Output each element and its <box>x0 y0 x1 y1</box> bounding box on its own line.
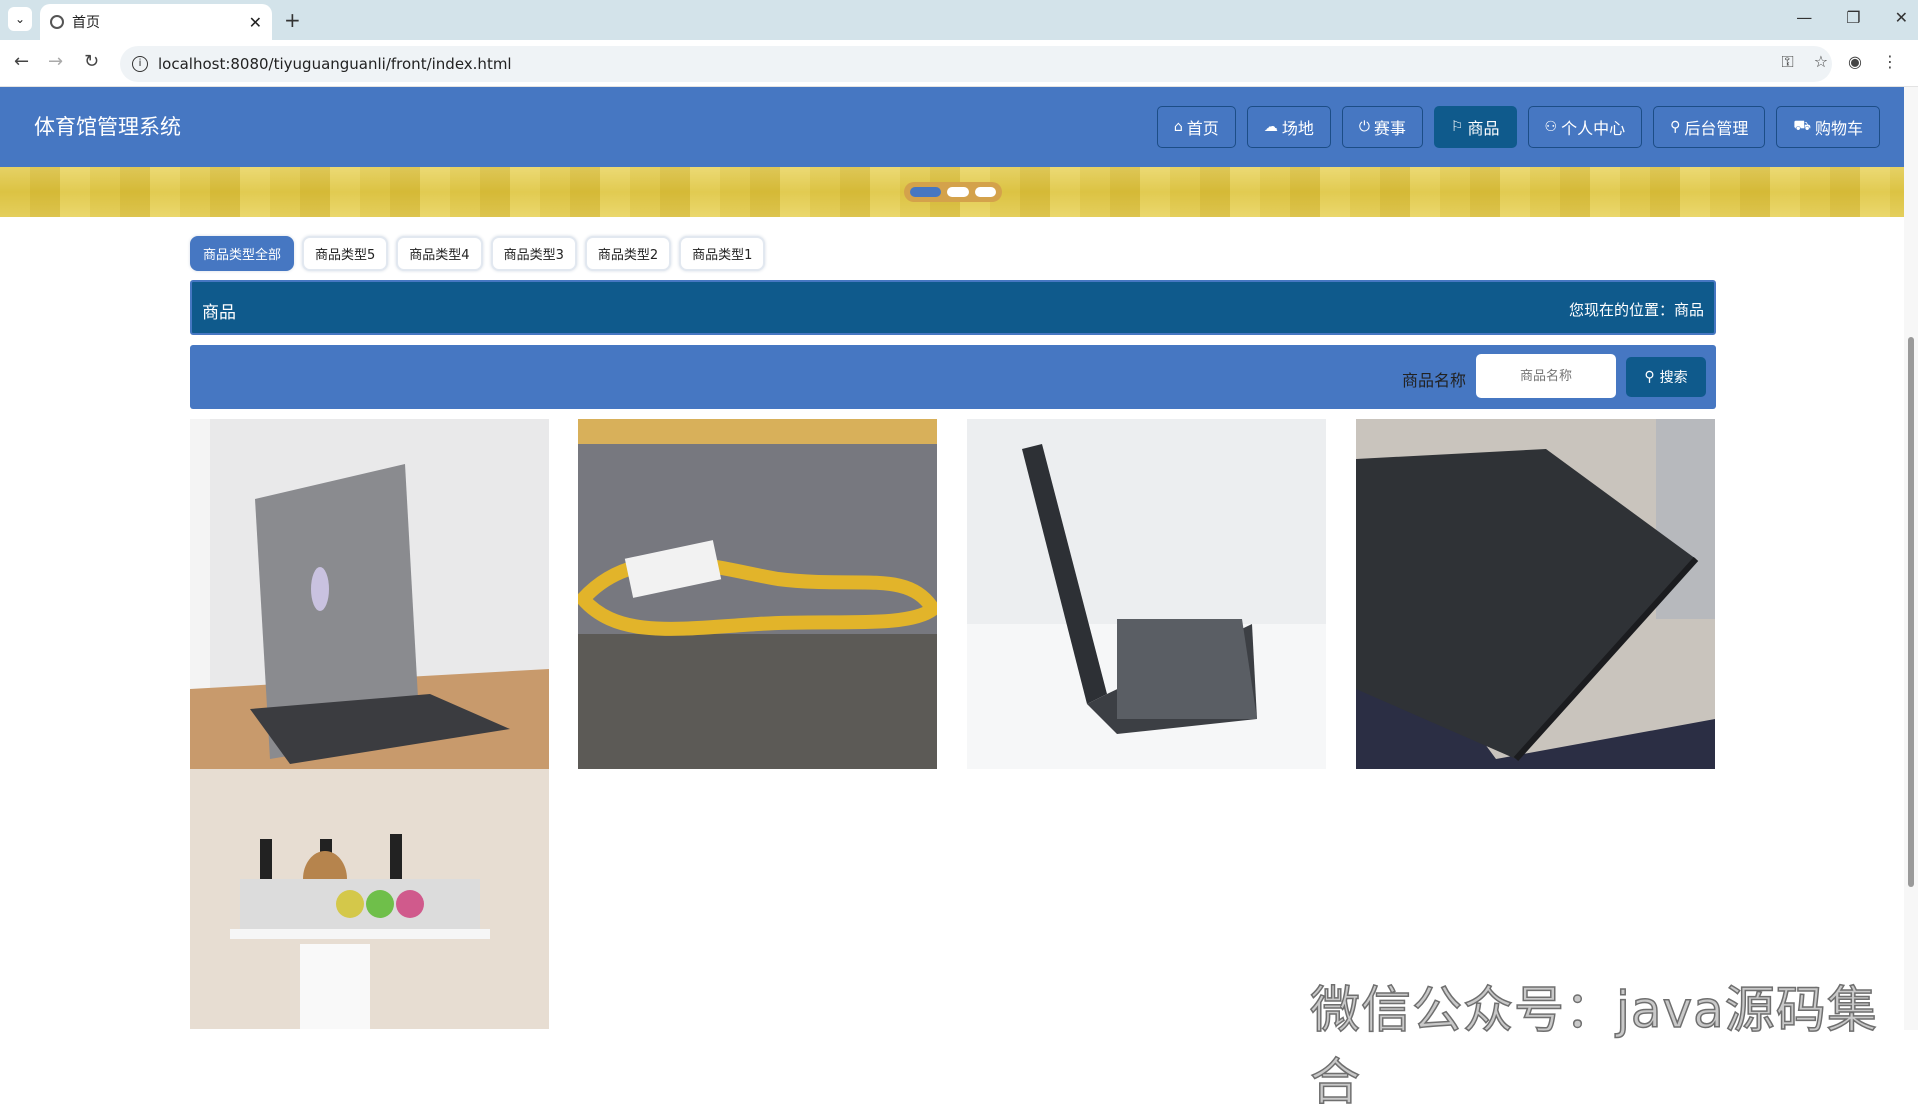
search-button-label: 搜索 <box>1659 370 1688 386</box>
address-bar-row: ← → ↻ i localhost:8080/tiyuguanguanli/fr… <box>0 40 1918 87</box>
globe-icon <box>50 15 64 29</box>
product-card-3[interactable] <box>967 419 1326 769</box>
breadcrumb: 您现在的位置：商品 <box>1568 301 1704 319</box>
nav-label: 后台管理 <box>1684 119 1749 138</box>
search-icon: ⚲ <box>1644 369 1655 385</box>
nav-label: 场地 <box>1281 119 1314 138</box>
url-text: localhost:8080/tiyuguanguanli/front/inde… <box>158 55 512 73</box>
nav-label: 商品 <box>1467 119 1500 138</box>
restore-icon[interactable]: ❐ <box>1846 8 1860 27</box>
product-card-2[interactable] <box>578 419 937 769</box>
nav-label: 赛事 <box>1373 119 1406 138</box>
nav-home[interactable]: ⌂ 首页 <box>1156 106 1236 148</box>
browser-tab-strip: ⌄ 首页 ✕ + — ❐ ✕ <box>0 0 1918 40</box>
category-2[interactable]: 商品类型2 <box>584 236 672 271</box>
new-tab-button[interactable]: + <box>284 8 301 32</box>
nav-venue[interactable]: ☁ 场地 <box>1246 106 1331 148</box>
search-label: 商品名称 <box>1401 371 1466 390</box>
gold-chain-necklace-photo <box>578 419 937 769</box>
product-card-4[interactable] <box>1356 419 1715 769</box>
category-1[interactable]: 商品类型1 <box>679 236 766 271</box>
url-field[interactable]: i localhost:8080/tiyuguanguanli/front/in… <box>120 46 1832 82</box>
tab-title: 首页 <box>72 15 100 31</box>
section-header: 商品 您现在的位置：商品 <box>190 280 1716 335</box>
category-5[interactable]: 商品类型5 <box>302 236 389 271</box>
carousel-dot-3[interactable] <box>974 187 996 197</box>
dark-laptop-lid-photo <box>1356 419 1715 769</box>
carousel-dot-2[interactable] <box>947 187 969 197</box>
carousel-dot-1[interactable] <box>910 187 942 197</box>
flag-icon: ⚐ <box>1450 119 1464 135</box>
category-filter: 商品类型全部 商品类型5 商品类型4 商品类型3 商品类型2 商品类型1 <box>190 236 766 271</box>
product-card-5[interactable] <box>190 769 549 1029</box>
close-tab-icon[interactable]: ✕ <box>249 13 262 32</box>
search-panel: 商品名称 ⚲ 搜索 <box>190 345 1716 409</box>
nav-label: 购物车 <box>1814 119 1863 138</box>
carousel-indicators <box>904 182 1002 202</box>
nav-cart[interactable]: ⛟ 购物车 <box>1776 106 1880 148</box>
watermark-text: 微信公众号：java源码集合 <box>1309 980 1878 1112</box>
nav-admin[interactable]: ⚲ 后台管理 <box>1653 106 1766 148</box>
search-button[interactable]: ⚲ 搜索 <box>1626 357 1706 397</box>
hero-banner <box>0 167 1904 217</box>
search-input[interactable] <box>1476 354 1616 398</box>
browser-tab[interactable]: 首页 ✕ <box>40 4 272 40</box>
site-title: 体育馆管理系统 <box>34 115 181 139</box>
minimize-icon[interactable]: — <box>1796 8 1812 27</box>
forward-icon[interactable]: → <box>48 51 63 72</box>
category-4[interactable]: 商品类型4 <box>396 236 483 271</box>
bookmark-star-icon[interactable]: ☆ <box>1814 52 1828 72</box>
gray-laptop-back-photo <box>190 419 549 769</box>
nav-label: 首页 <box>1186 119 1219 138</box>
user-icon: ⚇ <box>1544 119 1558 135</box>
menu-kebab-icon[interactable]: ⋮ <box>1882 52 1898 72</box>
black-laptop-side-photo <box>967 419 1326 769</box>
page-scrollbar[interactable] <box>1904 87 1918 1030</box>
main-nav: ⌂ 首页 ☁ 场地 ⏻ 赛事 ⚐ 商品 ⚇ 个人中心 ⚲ 后台管理 ⛟ 购物车 <box>1156 106 1880 148</box>
nav-events[interactable]: ⏻ 赛事 <box>1341 106 1423 148</box>
profile-icon[interactable]: ◉ <box>1848 52 1862 72</box>
kitchen-knife-rack-photo <box>190 769 549 1029</box>
site-header: 体育馆管理系统 ⌂ 首页 ☁ 场地 ⏻ 赛事 ⚐ 商品 ⚇ 个人中心 ⚲ 后台管理 ⛟ 购物车 <box>0 87 1904 167</box>
cloud-icon: ☁ <box>1263 119 1278 135</box>
tab-search-button[interactable]: ⌄ <box>8 7 32 31</box>
site-info-icon[interactable]: i <box>132 56 148 72</box>
password-key-icon[interactable]: ⚿ <box>1782 52 1794 72</box>
home-icon: ⌂ <box>1173 119 1183 135</box>
category-3[interactable]: 商品类型3 <box>490 236 577 271</box>
nav-profile[interactable]: ⚇ 个人中心 <box>1527 106 1643 148</box>
cart-icon: ⛟ <box>1793 118 1811 134</box>
window-close-icon[interactable]: ✕ <box>1895 8 1908 27</box>
product-card-1[interactable] <box>190 419 549 769</box>
section-title: 商品 <box>202 303 236 323</box>
scrollbar-thumb[interactable] <box>1908 337 1914 887</box>
nav-label: 个人中心 <box>1561 119 1626 138</box>
window-controls: — ❐ ✕ <box>1796 8 1908 27</box>
back-icon[interactable]: ← <box>14 51 29 72</box>
nav-products[interactable]: ⚐ 商品 <box>1433 106 1517 148</box>
toolbar-icons: ⚿ ☆ ◉ ⋮ <box>1782 52 1899 72</box>
link-icon: ⚲ <box>1670 119 1681 135</box>
reload-icon[interactable]: ↻ <box>84 51 99 72</box>
category-all[interactable]: 商品类型全部 <box>190 236 295 271</box>
power-icon: ⏻ <box>1358 119 1370 135</box>
